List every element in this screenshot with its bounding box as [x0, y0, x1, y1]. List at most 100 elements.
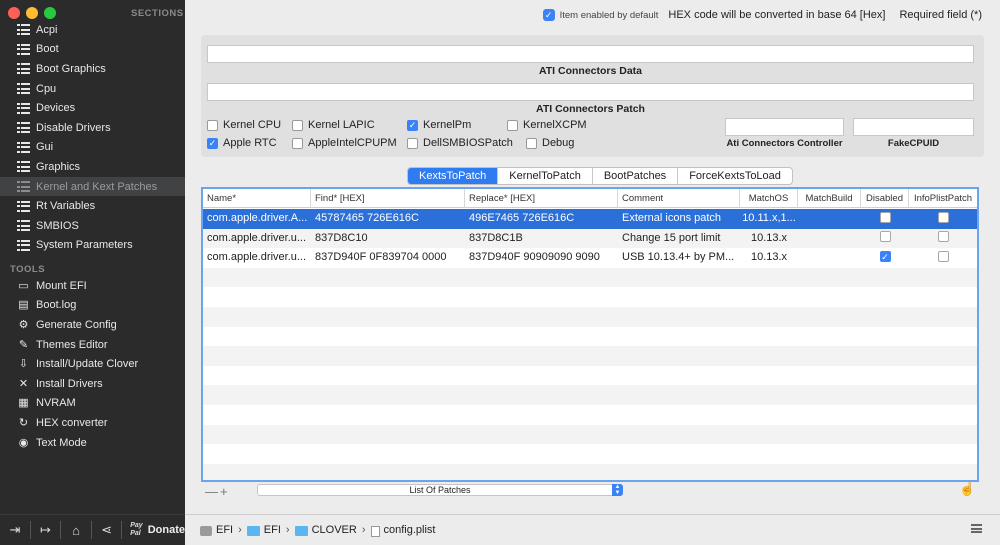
table-row-empty[interactable]: [203, 424, 977, 445]
sidebar-item-mount-efi[interactable]: ▭ Mount EFI: [0, 276, 185, 296]
add-remove-buttons[interactable]: —+: [205, 484, 230, 499]
patches-table[interactable]: Name* Find* [HEX] Replace* [HEX] Comment…: [201, 187, 979, 482]
sidebar-item-boot[interactable]: Boot: [0, 40, 185, 60]
table-row-empty[interactable]: [203, 346, 977, 366]
sidebar-item-generate-config[interactable]: ⚙ Generate Config: [0, 315, 185, 335]
window-close-button[interactable]: [8, 7, 20, 19]
path-item[interactable]: config.plist: [384, 524, 436, 536]
cell-matchos[interactable]: 10.11.x,1...: [740, 209, 798, 229]
table-row-empty[interactable]: [203, 463, 977, 480]
cell-find[interactable]: 45787465 726E616C: [311, 209, 465, 229]
sidebar-item-kernel-and-kext-patches[interactable]: Kernel and Kext Patches: [0, 176, 185, 197]
ati-connectors-patch-input[interactable]: [207, 83, 974, 101]
checkbox-box[interactable]: [292, 119, 303, 131]
disabled-checkbox[interactable]: [879, 211, 891, 223]
ati-connectors-data-input[interactable]: [207, 45, 974, 63]
cell-replace[interactable]: 837D8C1B: [465, 229, 618, 249]
tab-kexts-to-patch[interactable]: KextsToPatch: [408, 168, 499, 184]
tab-boot-patches[interactable]: BootPatches: [593, 168, 679, 184]
debug-checkbox[interactable]: Debug: [526, 137, 574, 149]
sidebar-item-cpu[interactable]: Cpu: [0, 79, 185, 99]
window-minimize-button[interactable]: [26, 7, 38, 19]
table-row-empty[interactable]: [203, 267, 977, 288]
table-row-empty[interactable]: [203, 385, 977, 405]
home-icon[interactable]: ⌂: [69, 521, 83, 539]
sidebar-item-boot-graphics[interactable]: Boot Graphics: [0, 59, 185, 79]
cell-comment[interactable]: Change 15 port limit: [618, 229, 740, 249]
kernel-xcpm-checkbox[interactable]: KernelXCPM: [507, 119, 587, 131]
table-row-empty[interactable]: [203, 366, 977, 386]
cell-name[interactable]: com.apple.driver.u...: [203, 229, 311, 249]
table-row[interactable]: com.apple.driver.u... 837D940F 0F839704 0…: [203, 248, 977, 268]
column-infoplistpatch[interactable]: InfoPlistPatch: [909, 189, 977, 208]
table-row-empty[interactable]: [203, 307, 977, 327]
infoplist-checkbox[interactable]: [937, 211, 949, 223]
cell-matchos[interactable]: 10.13.x: [740, 248, 798, 268]
cell-find[interactable]: 837D940F 0F839704 0000: [311, 248, 465, 268]
apple-intel-cpupm-checkbox[interactable]: AppleIntelCPUPM: [292, 137, 397, 149]
menu-icon[interactable]: [971, 524, 982, 533]
table-row-empty[interactable]: [203, 327, 977, 347]
checkbox-box[interactable]: [207, 119, 218, 131]
dell-smbios-patch-checkbox[interactable]: DellSMBIOSPatch: [407, 137, 513, 149]
table-row-empty[interactable]: [203, 287, 977, 307]
cell-name[interactable]: com.apple.driver.A...: [203, 209, 311, 229]
tab-kernel-to-patch[interactable]: KernelToPatch: [498, 168, 593, 184]
checkbox-box[interactable]: ✓: [407, 119, 418, 131]
sidebar-item-graphics[interactable]: Graphics: [0, 157, 185, 177]
table-row[interactable]: com.apple.driver.u... 837D8C10 837D8C1B Cha…: [203, 228, 977, 249]
infoplist-checkbox[interactable]: [937, 250, 949, 262]
sidebar-item-smbios[interactable]: SMBIOS: [0, 216, 185, 236]
column-find[interactable]: Find* [HEX]: [311, 189, 465, 208]
column-matchos[interactable]: MatchOS: [740, 189, 798, 208]
cell-find[interactable]: 837D8C10: [311, 229, 465, 249]
donate-button[interactable]: Donate: [148, 524, 185, 536]
kernel-lapic-checkbox[interactable]: Kernel LAPIC: [292, 119, 375, 131]
checkbox-box[interactable]: [507, 119, 518, 131]
cell-matchbuild[interactable]: [798, 229, 861, 249]
sidebar-item-themes-editor[interactable]: ✎ Themes Editor: [0, 335, 185, 355]
checkbox-box[interactable]: [407, 137, 418, 149]
hand-icon[interactable]: ☝: [959, 481, 975, 497]
infoplist-checkbox[interactable]: [937, 231, 949, 243]
cell-name[interactable]: com.apple.driver.u...: [203, 248, 311, 268]
sidebar-item-text-mode[interactable]: ◉ Text Mode: [0, 433, 185, 453]
checkbox-box[interactable]: [526, 137, 537, 149]
apple-rtc-checkbox[interactable]: ✓ Apple RTC: [207, 137, 277, 149]
column-matchbuild[interactable]: MatchBuild: [798, 189, 861, 208]
table-row-empty[interactable]: [203, 444, 977, 464]
cell-comment[interactable]: External icons patch: [618, 209, 740, 229]
path-item[interactable]: EFI: [216, 524, 233, 536]
table-row[interactable]: com.apple.driver.A... 45787465 726E616C 49…: [203, 209, 977, 229]
kernel-cpu-checkbox[interactable]: Kernel CPU: [207, 119, 281, 131]
sidebar-item-install-update-clover[interactable]: ⇩ Install/Update Clover: [0, 354, 185, 374]
sidebar-item-nvram[interactable]: ▦ NVRAM: [0, 394, 185, 414]
kernel-pm-checkbox[interactable]: ✓ KernelPm: [407, 119, 471, 131]
cell-replace[interactable]: 496E7465 726E616C: [465, 209, 618, 229]
sidebar-item-acpi[interactable]: Acpi: [0, 20, 185, 40]
column-replace[interactable]: Replace* [HEX]: [465, 189, 618, 208]
checkbox-box[interactable]: ✓: [207, 137, 218, 149]
sidebar-item-devices[interactable]: Devices: [0, 98, 185, 118]
checkbox-box[interactable]: [292, 137, 303, 149]
sidebar-item-boot-log[interactable]: ▤ Boot.log: [0, 296, 185, 316]
export-icon[interactable]: ↦: [39, 521, 53, 539]
cell-matchos[interactable]: 10.13.x: [740, 229, 798, 249]
disabled-checkbox[interactable]: ✓: [879, 250, 891, 262]
ati-connectors-controller-input[interactable]: [725, 118, 844, 136]
disabled-checkbox[interactable]: [879, 231, 891, 243]
column-comment[interactable]: Comment: [618, 189, 740, 208]
column-disabled[interactable]: Disabled: [861, 189, 909, 208]
sidebar-item-install-drivers[interactable]: ✕ Install Drivers: [0, 374, 185, 394]
cell-replace[interactable]: 837D940F 90909090 9090: [465, 248, 618, 268]
sidebar-item-system-parameters[interactable]: System Parameters: [0, 236, 185, 256]
window-zoom-button[interactable]: [44, 7, 56, 19]
fake-cpuid-input[interactable]: [853, 118, 974, 136]
list-of-patches-popup[interactable]: List Of Patches ▲ ▼: [257, 484, 623, 496]
sidebar-item-rt-variables[interactable]: Rt Variables: [0, 196, 185, 216]
sidebar-item-hex-converter[interactable]: ↻ HEX converter: [0, 413, 185, 433]
path-item[interactable]: EFI: [264, 524, 281, 536]
cell-comment[interactable]: USB 10.13.4+ by PM...: [618, 248, 740, 268]
tab-force-kexts-to-load[interactable]: ForceKextsToLoad: [678, 168, 792, 184]
cell-matchbuild[interactable]: [798, 248, 861, 268]
